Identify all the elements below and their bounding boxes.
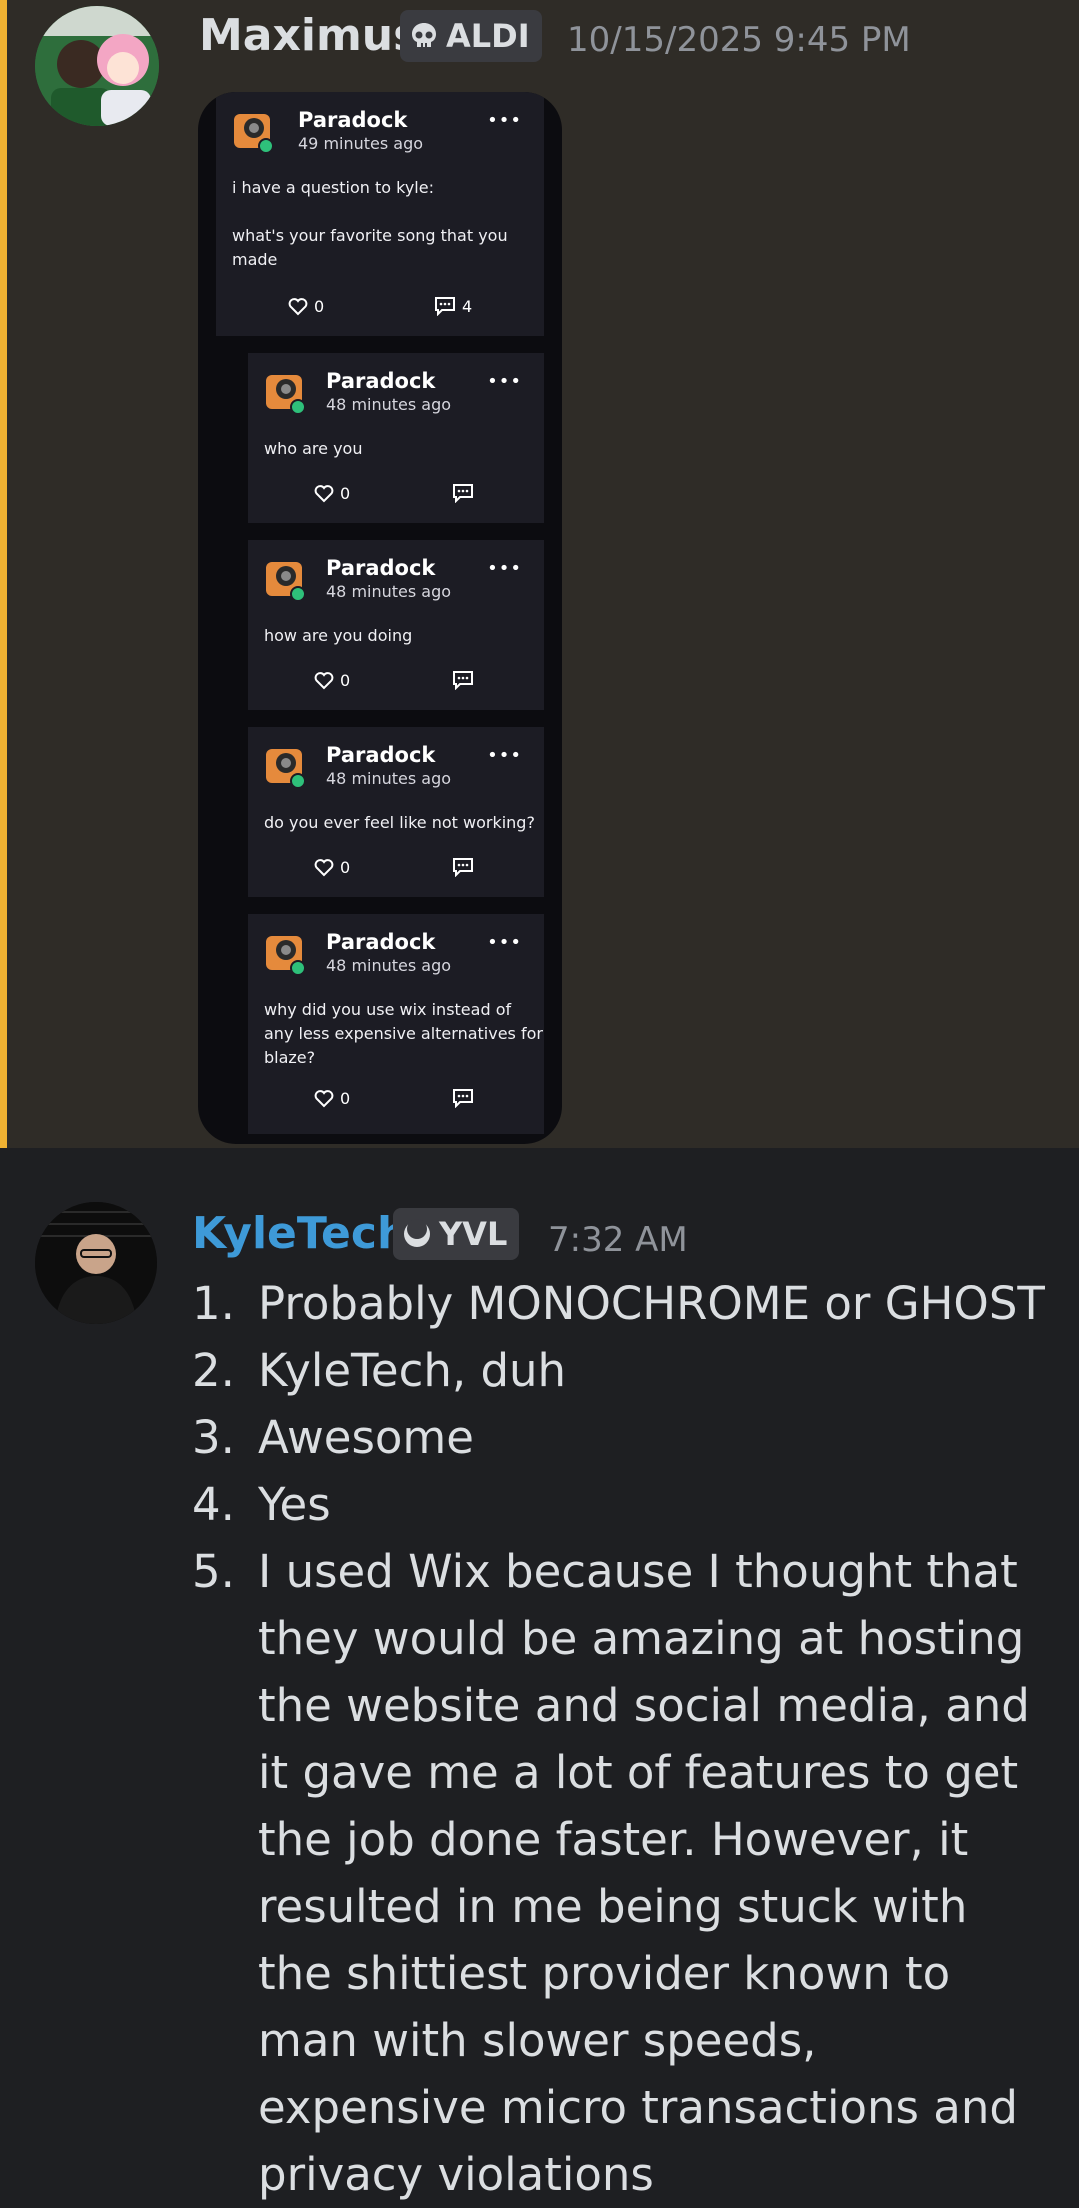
comment-icon [435, 297, 455, 316]
list-item: 3. Awesome [192, 1404, 1052, 1471]
like-button[interactable]: 0 [314, 1089, 350, 1108]
guild-tag[interactable]: ALDI [400, 10, 542, 62]
username[interactable]: Maximus [199, 10, 419, 61]
comment-button[interactable] [452, 670, 474, 690]
reply-author[interactable]: Paradock [326, 369, 435, 393]
list-item: 2. KyleTech, duh [192, 1337, 1052, 1404]
reply-post: Paradock 48 minutes ago ••• do you ever … [248, 727, 544, 897]
more-options-icon[interactable]: ••• [487, 558, 522, 579]
guild-tag-label: ALDI [446, 17, 530, 55]
more-options-icon[interactable]: ••• [487, 371, 522, 392]
list-number: 1. [192, 1277, 235, 1330]
list-number: 2. [192, 1344, 235, 1397]
heart-icon [314, 858, 334, 876]
like-count: 0 [314, 297, 325, 316]
maximus-avatar[interactable] [35, 6, 159, 126]
reply-time: 48 minutes ago [326, 582, 452, 601]
reply-time: 48 minutes ago [326, 769, 452, 788]
answer-list: 1. Probably MONOCHROME or GHOST 2. KyleTec… [192, 1270, 1052, 2208]
comment-icon [453, 671, 473, 690]
like-button[interactable]: 0 [288, 297, 324, 316]
reply-author[interactable]: Paradock [326, 930, 435, 954]
more-options-icon[interactable]: ••• [487, 110, 522, 131]
reply-text: who are you [264, 439, 363, 458]
embedded-screenshot[interactable]: Paradock 49 minutes ago ••• i have a que… [198, 92, 562, 1144]
post-text: i have a question to kyle: what's your f… [232, 178, 508, 269]
list-number: 4. [192, 1478, 235, 1531]
list-text: Awesome [258, 1411, 474, 1464]
guild-tag[interactable]: YVL [393, 1208, 520, 1260]
paradock-avatar [262, 928, 308, 974]
forum-post: Paradock 49 minutes ago ••• i have a que… [216, 92, 544, 336]
highlighted-message: Maximus ALDI 10/15/2025 9:45 PM Paradock… [0, 0, 1079, 1148]
heart-icon [314, 484, 334, 502]
comment-icon [453, 484, 473, 503]
heart-icon [314, 671, 334, 689]
like-count: 0 [340, 484, 351, 503]
username[interactable]: KyleTech [192, 1208, 408, 1259]
moon-icon [404, 1219, 430, 1247]
paradock-avatar [262, 367, 308, 413]
like-count: 0 [340, 671, 351, 690]
post-author[interactable]: Paradock [298, 108, 407, 132]
reply-author[interactable]: Paradock [326, 743, 435, 767]
comment-icon [453, 1089, 473, 1108]
reply-time: 48 minutes ago [326, 395, 452, 414]
like-count: 0 [340, 858, 351, 877]
guild-tag-label: YVL [439, 1215, 508, 1253]
like-button[interactable]: 0 [314, 484, 350, 503]
reply-text: how are you doing [264, 626, 413, 645]
list-text: I used Wix because I thought that they w… [258, 1545, 1030, 2201]
reply-text: do you ever feel like not working? [264, 813, 535, 832]
reply-post: Paradock 48 minutes ago ••• why did you … [248, 914, 544, 1134]
kyletech-avatar[interactable] [35, 1202, 157, 1324]
heart-icon [288, 297, 308, 315]
comment-icon [453, 858, 473, 877]
post-time: 49 minutes ago [298, 134, 424, 153]
paradock-avatar [262, 554, 308, 600]
comment-button[interactable] [452, 857, 474, 877]
list-item: 5. I used Wix because I thought that they… [192, 1538, 1052, 2208]
timestamp: 10/15/2025 9:45 PM [567, 20, 911, 60]
skull-icon [412, 23, 436, 47]
reply-post: Paradock 48 minutes ago ••• how are you … [248, 540, 544, 710]
list-number: 5. [192, 1545, 235, 1598]
heart-icon [314, 1089, 334, 1107]
comment-count: 4 [462, 296, 473, 316]
list-item: 4. Yes [192, 1471, 1052, 1538]
list-text: Probably MONOCHROME or GHOST [258, 1277, 1045, 1330]
more-options-icon[interactable]: ••• [487, 932, 522, 953]
list-text: Yes [258, 1478, 331, 1531]
comment-button[interactable] [452, 483, 474, 503]
more-options-icon[interactable]: ••• [487, 745, 522, 766]
paradock-avatar [230, 106, 276, 152]
comment-button[interactable]: 4 [434, 296, 472, 316]
like-button[interactable]: 0 [314, 858, 350, 877]
list-number: 3. [192, 1411, 235, 1464]
list-text: KyleTech, duh [258, 1344, 567, 1397]
reply-author[interactable]: Paradock [326, 556, 435, 580]
comment-button[interactable] [452, 1088, 474, 1108]
paradock-avatar [262, 741, 308, 787]
like-button[interactable]: 0 [314, 671, 350, 690]
reply-time: 48 minutes ago [326, 956, 452, 975]
list-item: 1. Probably MONOCHROME or GHOST [192, 1270, 1052, 1337]
like-count: 0 [340, 1089, 351, 1108]
reply-post: Paradock 48 minutes ago ••• who are you … [248, 353, 544, 523]
timestamp: 7:32 AM [548, 1220, 688, 1260]
reply-text: why did you use wix instead of any less … [264, 1000, 543, 1067]
